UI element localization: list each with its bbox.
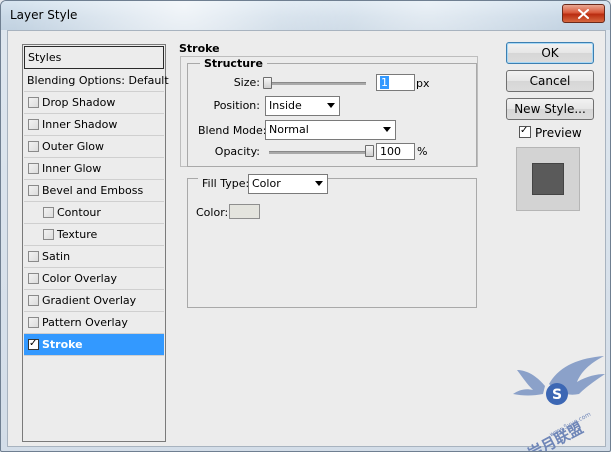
position-select[interactable]: Inside [265, 96, 340, 116]
size-slider-thumb[interactable] [263, 77, 272, 89]
style-item-label: Inner Shadow [42, 118, 118, 131]
fill-type-select[interactable]: Color [248, 174, 328, 194]
styles-list-item[interactable]: Gradient Overlay [24, 290, 164, 312]
style-checkbox[interactable] [28, 163, 39, 174]
color-label: Color: [196, 206, 229, 219]
ok-button-label: OK [541, 46, 559, 60]
style-item-label: Stroke [42, 338, 83, 351]
check-icon: ✓ [520, 125, 529, 136]
style-item-label: Pattern Overlay [42, 316, 128, 329]
structure-title: Structure [200, 57, 267, 70]
size-label: Size: [233, 76, 260, 89]
styles-list-item[interactable]: Inner Shadow [24, 114, 164, 136]
style-checkbox[interactable] [28, 273, 39, 284]
style-checkbox[interactable] [28, 97, 39, 108]
opacity-label: Opacity: [214, 145, 260, 158]
blend-mode-select[interactable]: Normal [265, 120, 396, 140]
stroke-color-swatch[interactable] [229, 204, 260, 219]
blend-mode-value: Normal [269, 123, 309, 136]
style-item-label: Bevel and Emboss [42, 184, 144, 197]
layer-style-window: Layer Style Styles Blending Options: Def… [0, 0, 611, 452]
preview-swatch [532, 163, 564, 195]
ok-button[interactable]: OK [506, 42, 594, 64]
preview-checkbox[interactable]: ✓ [519, 126, 531, 138]
title-bar[interactable]: Layer Style [1, 1, 610, 30]
styles-list-item[interactable]: Inner Glow [24, 158, 164, 180]
styles-list-item[interactable]: Satin [24, 246, 164, 268]
styles-header-label: Styles [28, 51, 62, 64]
fill-type-label: Fill Type: [198, 177, 254, 190]
opacity-value: 100 [380, 145, 401, 158]
chevron-down-icon [327, 103, 335, 108]
style-item-label: Satin [42, 250, 71, 263]
blend-mode-label: Blend Mode: [198, 124, 267, 137]
position-label: Position: [213, 99, 260, 112]
styles-list-item[interactable]: Outer Glow [24, 136, 164, 158]
opacity-slider-thumb[interactable] [365, 145, 374, 157]
size-input[interactable]: 1 [376, 74, 415, 91]
styles-list-item[interactable]: Bevel and Emboss [24, 180, 164, 202]
styles-list-item[interactable]: Color Overlay [24, 268, 164, 290]
style-checkbox[interactable] [28, 141, 39, 152]
style-checkbox[interactable] [28, 119, 39, 130]
window-title: Layer Style [10, 8, 78, 22]
chevron-down-icon [383, 127, 391, 132]
size-unit: px [416, 77, 430, 90]
chevron-down-icon [315, 181, 323, 186]
style-item-label: Outer Glow [42, 140, 105, 153]
position-value: Inside [269, 99, 302, 112]
style-item-label: Inner Glow [42, 162, 102, 175]
opacity-input[interactable]: 100 [376, 143, 415, 160]
style-item-label: Blending Options: Default [27, 74, 169, 87]
style-item-label: Texture [57, 228, 98, 241]
size-value: 1 [380, 76, 389, 89]
stroke-title: Stroke [179, 42, 220, 55]
preview-box [516, 147, 580, 211]
styles-list-item[interactable]: Pattern Overlay [24, 312, 164, 334]
size-slider-track[interactable] [266, 82, 366, 85]
style-checkbox[interactable] [28, 185, 39, 196]
styles-list-item[interactable]: Drop Shadow [24, 92, 164, 114]
close-button[interactable] [562, 4, 605, 23]
opacity-slider-track[interactable] [269, 151, 369, 154]
check-icon: ✓ [29, 338, 38, 349]
styles-list-item[interactable]: Texture [24, 224, 164, 246]
style-item-label: Contour [57, 206, 101, 219]
style-checkbox[interactable] [28, 317, 39, 328]
watermark: S www.5yue.com 岩月联盟 [509, 356, 609, 451]
cancel-button-label: Cancel [529, 74, 571, 88]
style-checkbox[interactable] [28, 251, 39, 262]
styles-header[interactable]: Styles [24, 46, 164, 69]
style-checkbox[interactable] [43, 207, 54, 218]
watermark-badge-letter: S [552, 387, 562, 403]
styles-list-item[interactable]: ✓ Stroke [24, 334, 164, 356]
styles-list-item[interactable]: Blending Options: Default [24, 70, 169, 92]
style-item-label: Color Overlay [42, 272, 117, 285]
styles-list-item[interactable]: Contour [24, 202, 164, 224]
style-item-label: Gradient Overlay [42, 294, 137, 307]
watermark-text: 岩月联盟 [524, 419, 586, 451]
fill-type-value: Color [252, 177, 281, 190]
watermark-wings-icon: S www.5yue.com 岩月联盟 [513, 356, 605, 451]
close-icon [578, 8, 589, 19]
fill-group [187, 178, 477, 308]
style-item-label: Drop Shadow [42, 96, 116, 109]
new-style-button[interactable]: New Style... [506, 98, 594, 120]
style-checkbox[interactable]: ✓ [28, 339, 39, 350]
preview-label: Preview [535, 126, 582, 140]
styles-list: Styles Blending Options: Default Drop Sha… [22, 44, 169, 442]
style-checkbox[interactable] [28, 295, 39, 306]
style-checkbox[interactable] [43, 229, 54, 240]
cancel-button[interactable]: Cancel [506, 70, 594, 92]
new-style-button-label: New Style... [514, 102, 586, 116]
opacity-unit: % [417, 145, 428, 158]
